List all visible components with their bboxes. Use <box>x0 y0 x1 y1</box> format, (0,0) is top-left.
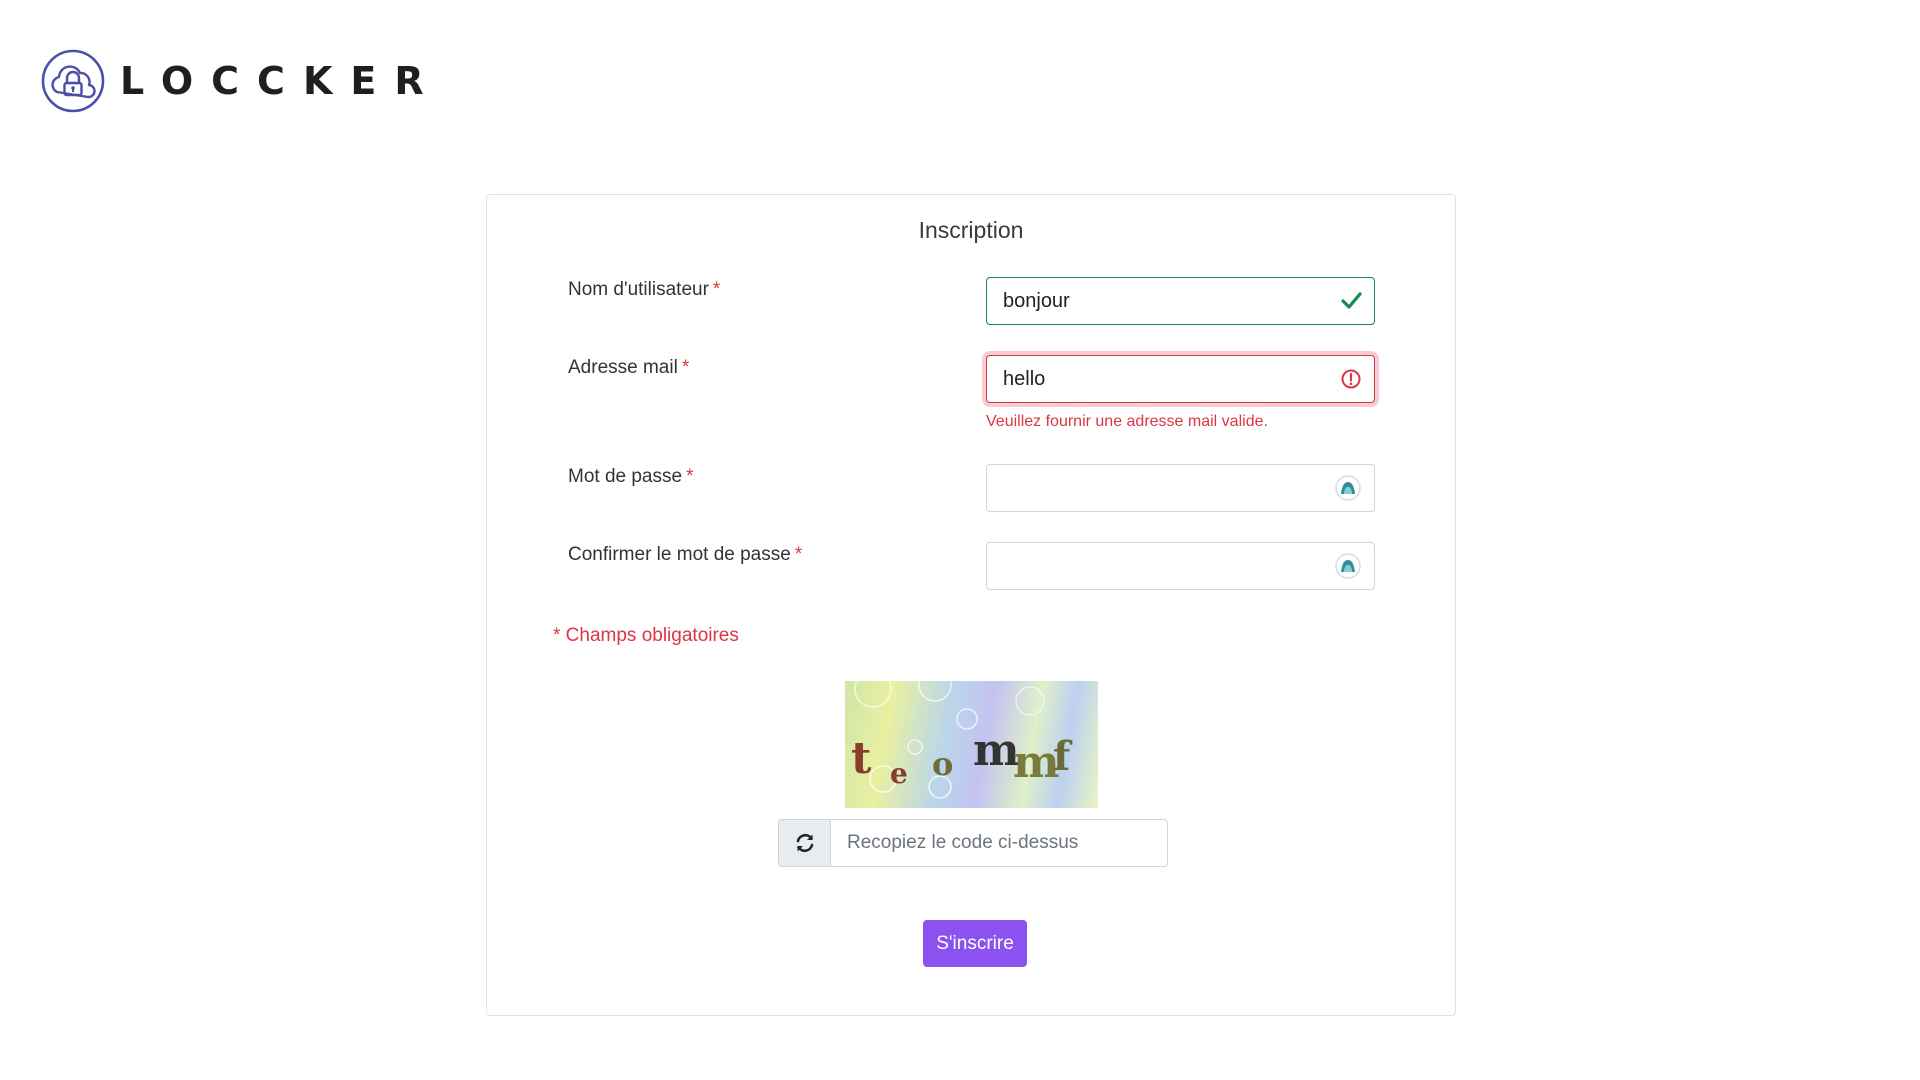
email-value: hello <box>1003 367 1046 390</box>
captcha-image: t e o m m f <box>845 681 1098 808</box>
password-field[interactable] <box>986 464 1375 512</box>
refresh-captcha-button[interactable] <box>778 819 830 867</box>
password-manager-icon[interactable] <box>1334 474 1362 502</box>
confirm-password-label-text: Confirmer le mot de passe <box>568 544 791 565</box>
email-label: Adresse mail * <box>568 357 689 379</box>
captcha-input-group <box>778 819 1168 867</box>
email-label-text: Adresse mail <box>568 357 678 378</box>
captcha-char: e <box>890 757 908 790</box>
required-asterisk: * <box>712 279 721 300</box>
refresh-icon <box>796 833 813 853</box>
required-asterisk: * <box>686 466 694 487</box>
confirm-password-label: Confirmer le mot de passe * <box>568 544 802 566</box>
username-value: bonjour <box>1003 289 1070 312</box>
confirm-password-field[interactable] <box>986 542 1375 590</box>
brand-name: LOCCKER <box>120 59 442 103</box>
captcha-input[interactable] <box>830 819 1168 867</box>
required-asterisk: * <box>681 357 690 378</box>
username-label: Nom d'utilisateur * <box>568 279 720 301</box>
signup-card: Inscription Nom d'utilisateur * bonjour A… <box>486 194 1456 1016</box>
captcha-char: f <box>1053 733 1071 780</box>
alert-circle-icon <box>1341 369 1361 389</box>
password-manager-icon[interactable] <box>1334 552 1362 580</box>
password-label: Mot de passe * <box>568 466 693 488</box>
password-label-text: Mot de passe <box>568 466 683 487</box>
cloud-lock-icon <box>41 49 105 113</box>
required-asterisk: * <box>794 544 803 565</box>
captcha-char: o <box>932 745 954 783</box>
form-title: Inscription <box>918 217 1024 243</box>
email-error-message: Veuillez fournir une adresse mail valide… <box>986 413 1268 430</box>
check-icon <box>1341 292 1362 309</box>
username-label-text: Nom d'utilisateur <box>568 279 709 300</box>
captcha-char: t <box>851 733 872 784</box>
brand-logo: LOCCKER <box>40 48 442 114</box>
username-field[interactable]: bonjour <box>986 277 1375 325</box>
required-fields-note: * Champs obligatoires <box>553 625 739 646</box>
email-field[interactable]: hello <box>986 355 1375 403</box>
signup-button[interactable]: S'inscrire <box>923 920 1027 967</box>
